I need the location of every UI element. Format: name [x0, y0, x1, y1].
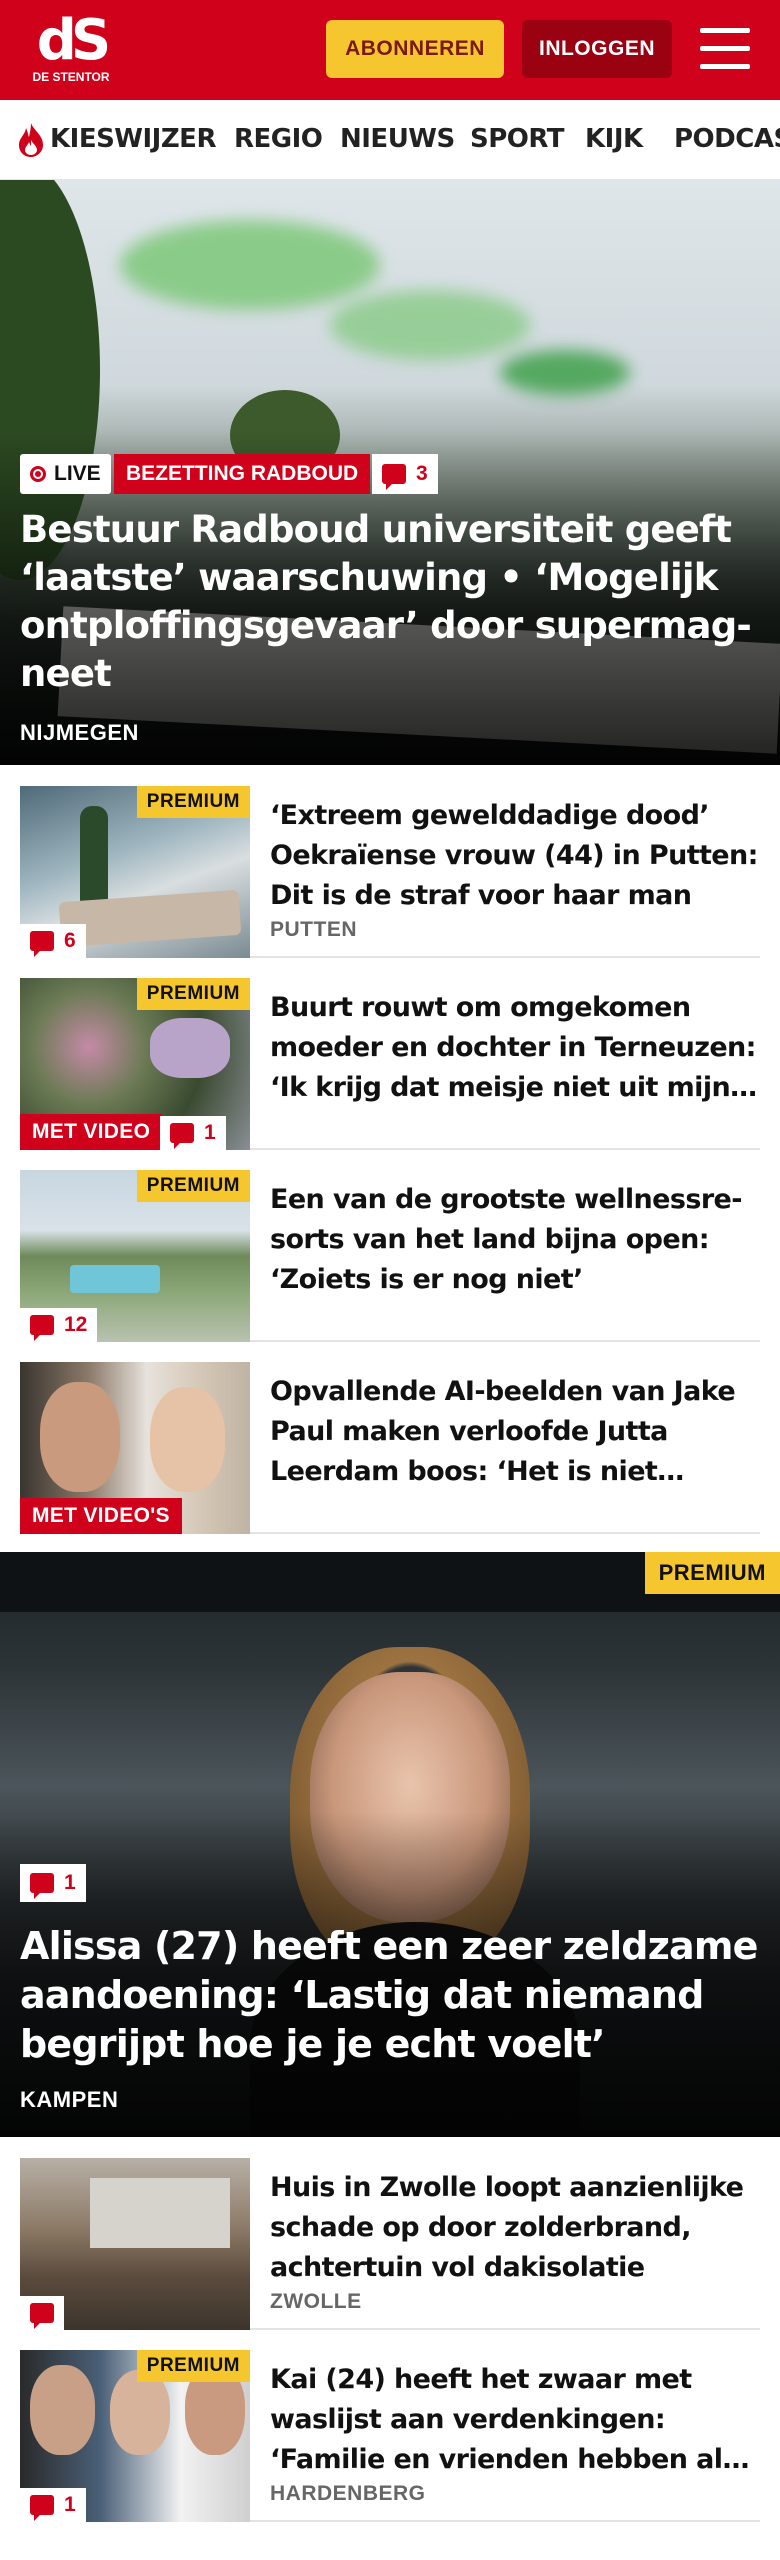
premium-badge: PREMIUM: [136, 1170, 250, 1202]
main-navigation: KIESWIJZER REGIO NIEUWS SPORT KIJK PODCA…: [0, 100, 780, 180]
comments-badge: 6: [20, 924, 86, 958]
logo-mark: dS: [36, 8, 111, 73]
live-badge: LIVE: [20, 454, 111, 494]
comments-badge: 1: [20, 1864, 86, 1902]
article-headline[interactable]: Opvallende AI-beelden van Jake Paul make…: [270, 1372, 760, 1492]
article-thumbnail: [20, 2158, 250, 2330]
video-badge: MET VIDEO: [20, 1114, 163, 1150]
nav-item-regio[interactable]: REGIO: [234, 124, 323, 154]
login-button[interactable]: INLOGGEN: [522, 20, 672, 78]
logo-subtitle: DE STENTOR: [32, 70, 110, 84]
article-headline[interactable]: ‘Extreem gewelddadige dood’ Oekraïense v…: [270, 796, 760, 916]
article-location: PUTTEN: [270, 918, 357, 941]
comment-bubble-icon: [30, 1873, 54, 1899]
premium-badge: PREMIUM: [644, 1552, 780, 1594]
premium-badge: PREMIUM: [136, 2350, 250, 2382]
hero-image-smoke: [330, 290, 530, 360]
video-badge: MET VIDEO'S: [20, 1498, 182, 1534]
comments-count: 3: [416, 462, 428, 485]
article-location: HARDENBERG: [270, 2482, 426, 2505]
topic-badge[interactable]: BEZETTING RADBOUD: [114, 454, 371, 494]
comment-bubble-icon: [30, 2495, 54, 2521]
article-headline[interactable]: Huis in Zwolle loopt aanzienlijke schade…: [270, 2168, 760, 2288]
article-thumbnail: PREMIUM 1: [20, 2350, 250, 2522]
thumbnail-flowers: [150, 1018, 230, 1078]
list-item[interactable]: PREMIUM MET VIDEO 1 Buurt rouwt om omgek…: [20, 978, 760, 1150]
premium-badge: PREMIUM: [136, 786, 250, 818]
article-headline[interactable]: Kai (24) heeft het zwaar met waslijst aa…: [270, 2360, 760, 2480]
article-headline[interactable]: Een van de grootste wellnessre-sorts van…: [270, 1180, 760, 1300]
comment-bubble-icon: [30, 2303, 54, 2329]
hero-image-smoke: [500, 350, 630, 395]
flame-icon: [19, 123, 43, 157]
list-item[interactable]: PREMIUM 6 ‘Extreem gewelddadige dood’ Oe…: [20, 786, 760, 958]
feature-location: KAMPEN: [20, 2087, 119, 2112]
comments-count: 12: [64, 1313, 88, 1336]
article-headline[interactable]: Buurt rouwt om omgekomen moeder en docht…: [270, 988, 760, 1108]
nav-item-kijk[interactable]: KIJK: [585, 124, 643, 154]
nav-item-nieuws[interactable]: NIEUWS: [340, 124, 455, 154]
comments-badge: 1: [20, 2488, 86, 2522]
comments-badge: 3: [372, 454, 438, 494]
subscribe-button[interactable]: ABONNEREN: [326, 20, 504, 78]
list-item[interactable]: Huis in Zwolle loopt aanzienlijke schade…: [20, 2158, 760, 2330]
article-thumbnail: PREMIUM 6: [20, 786, 250, 958]
comments-count: 6: [64, 929, 76, 952]
article-thumbnail: PREMIUM 12: [20, 1170, 250, 1342]
thumbnail-face: [150, 1387, 225, 1492]
article-thumbnail: MET VIDEO'S: [20, 1362, 250, 1534]
article-location: ZWOLLE: [270, 2290, 362, 2313]
comment-bubble-icon: [382, 464, 406, 490]
hero-article[interactable]: LIVE BEZETTING RADBOUD 3 Bestuur Radboud…: [0, 180, 780, 765]
feature-headline[interactable]: Alissa (27) heeft een zeer zeldzame aand…: [20, 1922, 760, 2069]
live-dot-icon: [30, 466, 46, 482]
comments-badge: 1: [160, 1116, 226, 1150]
comment-bubble-icon: [30, 1315, 54, 1341]
comments-count: 1: [64, 2493, 76, 2516]
comments-badge: [20, 2296, 64, 2330]
hero-headline[interactable]: Bestuur Radboud universiteit geeft ‘laat…: [20, 506, 760, 698]
list-item[interactable]: PREMIUM 12 Een van de grootste wellnessr…: [20, 1170, 760, 1342]
list-item[interactable]: MET VIDEO'S Opvallende AI-beelden van Ja…: [20, 1362, 760, 1534]
live-label: LIVE: [54, 462, 101, 485]
thumbnail-house: [90, 2178, 230, 2248]
feature-article[interactable]: PREMIUM 1 Alissa (27) heeft een zeer zel…: [0, 1552, 780, 2137]
comment-bubble-icon: [170, 1123, 194, 1149]
premium-badge: PREMIUM: [136, 978, 250, 1010]
comment-bubble-icon: [30, 931, 54, 957]
thumbnail-pool: [70, 1265, 160, 1293]
list-item[interactable]: PREMIUM 1 Kai (24) heeft het zwaar met w…: [20, 2350, 760, 2522]
thumbnail-face: [40, 1382, 120, 1492]
logo[interactable]: dS DE STENTOR: [26, 12, 116, 88]
nav-item-kieswijzer[interactable]: KIESWIJZER: [50, 124, 216, 154]
nav-item-podcasts[interactable]: PODCASTS: [674, 124, 780, 154]
hamburger-menu-icon[interactable]: [700, 26, 752, 72]
top-bar: dS DE STENTOR ABONNEREN INLOGGEN: [0, 0, 780, 100]
thumbnail-face: [110, 2370, 170, 2455]
hero-image-smoke: [120, 220, 380, 310]
comments-badge: 12: [20, 1308, 98, 1342]
comments-count: 1: [64, 1871, 76, 1894]
comments-count: 1: [204, 1121, 216, 1144]
nav-item-sport[interactable]: SPORT: [470, 124, 564, 154]
hero-location: NIJMEGEN: [20, 720, 139, 745]
thumbnail-face: [30, 2365, 95, 2455]
article-thumbnail: PREMIUM MET VIDEO 1: [20, 978, 250, 1150]
